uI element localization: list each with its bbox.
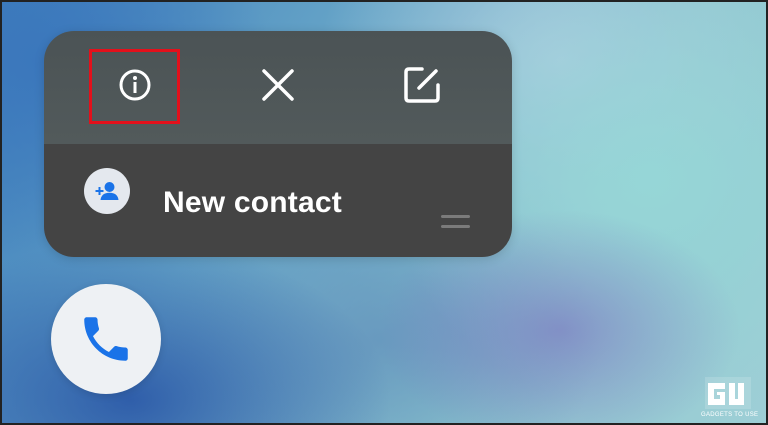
app-shortcut-popup: New contact bbox=[44, 31, 512, 257]
remove-button[interactable] bbox=[250, 57, 306, 113]
phone-icon bbox=[84, 317, 128, 361]
highlight-box bbox=[89, 49, 180, 124]
shortcut-label: New contact bbox=[163, 186, 342, 219]
add-contact-icon bbox=[84, 168, 130, 214]
gadgets-to-use-logo bbox=[705, 377, 751, 409]
phone-app-icon[interactable] bbox=[51, 284, 161, 394]
shortcut-list: New contact bbox=[44, 144, 512, 257]
close-icon bbox=[262, 69, 294, 101]
popup-toolbar bbox=[44, 31, 512, 144]
edit-icon bbox=[404, 67, 440, 103]
shortcut-new-contact[interactable]: New contact bbox=[44, 144, 512, 257]
watermark: GADGETS TO USE bbox=[681, 376, 765, 423]
drag-handle-icon[interactable] bbox=[441, 215, 470, 231]
edit-button[interactable] bbox=[394, 57, 450, 113]
watermark-text: GADGETS TO USE bbox=[701, 412, 759, 418]
